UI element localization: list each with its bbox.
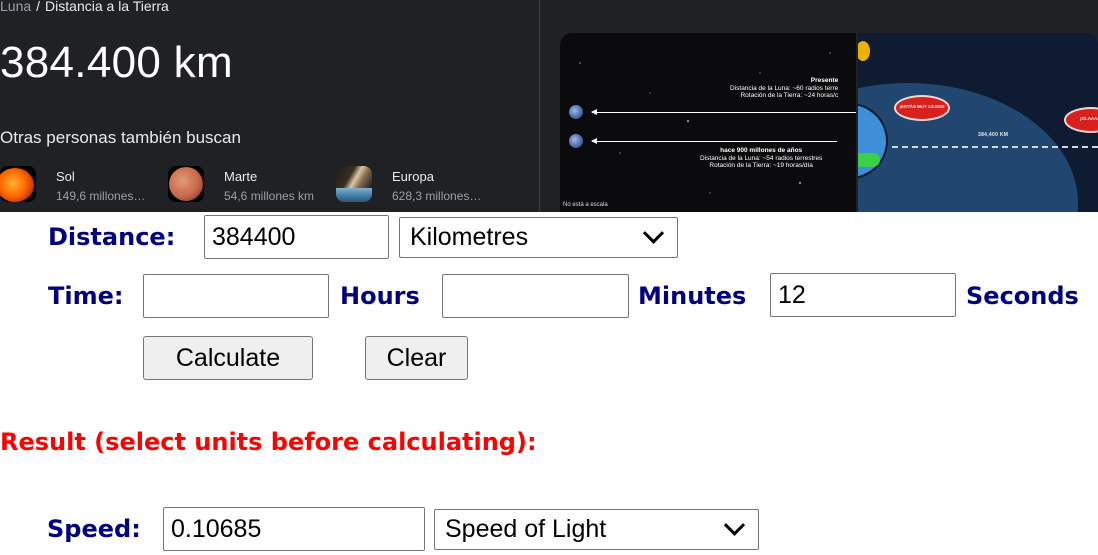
earth-icon xyxy=(569,105,583,119)
related-item-subtitle: 54,6 millones km xyxy=(224,189,315,203)
distance-unit-value: Kilometres xyxy=(410,223,529,251)
present-title: Presente xyxy=(810,77,839,84)
present-line2: Rotación de la Tierra: ~24 horas/c xyxy=(740,92,839,99)
breadcrumb-separator: / xyxy=(36,0,41,14)
speech-bubble: ¡OLAAAA! xyxy=(1064,107,1098,133)
past-line2: Rotación de la Tierra: ~19 horas/día xyxy=(709,162,813,169)
present-line1: Distancia de la Luna: ~60 radios terre xyxy=(730,84,839,92)
speed-output[interactable] xyxy=(163,507,425,551)
past-line1: Distancia de la Luna: ~54 radios terrest… xyxy=(700,154,823,162)
speed-unit-value: Speed of Light xyxy=(445,515,607,543)
related-item-marte[interactable]: Marte 54,6 millones km xyxy=(168,166,314,204)
distance-label: Distance: xyxy=(48,223,176,251)
related-item-subtitle: 149,6 millones… xyxy=(56,189,146,203)
breadcrumb: Luna / Distancia a la Tierra xyxy=(0,0,169,14)
arrow-past xyxy=(591,138,837,144)
answer-value: 384.400 km xyxy=(0,38,233,87)
scale-note: No está a escala xyxy=(563,202,608,208)
past-title: hace 900 millones de años xyxy=(720,147,803,154)
earth-icon xyxy=(569,134,583,148)
calculate-button[interactable]: Calculate xyxy=(143,336,313,380)
seconds-input[interactable] xyxy=(770,273,956,317)
related-item-europa[interactable]: Europa 628,3 millones… xyxy=(336,166,481,204)
related-item-sol[interactable]: Sol 149,6 millones… xyxy=(0,166,145,204)
panel-divider xyxy=(539,0,540,212)
speed-label: Speed: xyxy=(47,515,141,543)
hours-label: Hours xyxy=(340,282,420,310)
minutes-label: Minutes xyxy=(638,282,747,310)
arrow-present xyxy=(591,109,856,115)
distance-dashed-line xyxy=(892,146,1098,148)
search-knowledge-panel: Luna / Distancia a la Tierra 384.400 km Ot… xyxy=(0,0,1098,212)
mars-image xyxy=(168,166,204,202)
clear-button[interactable]: Clear xyxy=(365,336,468,380)
sun-image xyxy=(0,166,36,202)
minutes-input[interactable] xyxy=(442,274,629,318)
speech-bubble: ¡ESTÁS MUY LEJOS! xyxy=(894,95,950,121)
breadcrumb-parent-link[interactable]: Luna xyxy=(0,0,31,14)
breadcrumb-current: Distancia a la Tierra xyxy=(45,0,169,14)
result-heading: Result (select units before calculating)… xyxy=(0,428,537,456)
cartoon-distance-image[interactable]: ¡ESTÁS MUY LEJOS! ¡OLAAAA! 384,400 KM xyxy=(858,33,1098,212)
related-item-name: Europa xyxy=(392,169,434,184)
distance-label: 384,400 KM xyxy=(978,132,1009,138)
rocket-icon xyxy=(858,41,870,61)
hours-input[interactable] xyxy=(143,274,329,318)
chevron-down-icon xyxy=(723,514,746,536)
also-search-heading: Otras personas también buscan xyxy=(0,128,241,147)
speed-unit-select[interactable]: Speed of Light xyxy=(434,509,759,550)
moon-distance-diagram-image[interactable]: Presente Distancia de la Luna: ~60 radio… xyxy=(560,33,856,212)
distance-unit-select[interactable]: Kilometres xyxy=(399,217,678,258)
related-item-name: Marte xyxy=(224,169,258,184)
time-label: Time: xyxy=(48,282,124,310)
seconds-label: Seconds xyxy=(966,282,1079,310)
chevron-down-icon xyxy=(642,222,665,244)
europa-image xyxy=(336,166,372,202)
distance-input[interactable] xyxy=(204,215,389,259)
related-item-name: Sol xyxy=(56,169,75,184)
related-item-subtitle: 628,3 millones… xyxy=(392,189,482,203)
